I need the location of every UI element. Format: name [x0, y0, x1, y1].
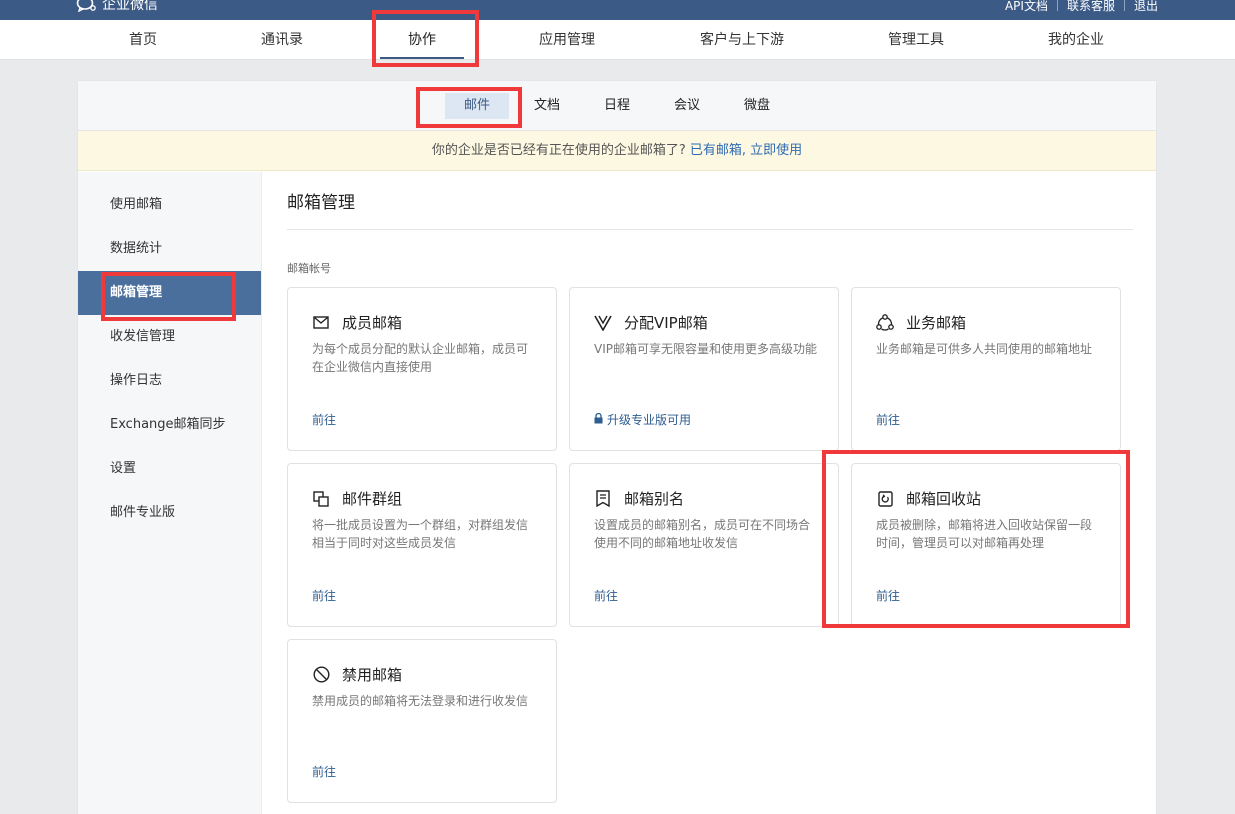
go-link-label: 前往	[312, 589, 337, 603]
go-link[interactable]: 前往	[594, 587, 618, 604]
tab-meeting[interactable]: 会议	[664, 93, 710, 119]
nav-customers-partners[interactable]: 客户与上下游	[686, 20, 798, 60]
divider	[1123, 0, 1125, 11]
tab-drive[interactable]: 微盘	[734, 93, 780, 119]
contact-support-link[interactable]: 联系客服	[1067, 0, 1115, 14]
business-mailbox-icon	[876, 314, 894, 332]
card-title: 业务邮箱	[906, 314, 967, 332]
sidebar-item-statistics[interactable]: 数据统计	[78, 227, 261, 271]
recycle-bin-icon	[876, 490, 894, 508]
card-title: 邮箱别名	[624, 490, 685, 508]
brand-logo[interactable]: 企业微信	[76, 0, 158, 14]
card-desc: 设置成员的邮箱别名，成员可在不同场合使用不同的邮箱地址收发信	[594, 518, 811, 550]
upgrade-link[interactable]: 升级专业版可用	[594, 411, 691, 428]
nav-management-tools[interactable]: 管理工具	[866, 20, 966, 60]
card-business-mailbox[interactable]: 业务邮箱 业务邮箱是可供多人共同使用的邮箱地址 前往	[851, 287, 1121, 451]
brand-name: 企业微信	[102, 0, 158, 13]
sidebar-item-exchange-sync[interactable]: Exchange邮箱同步	[78, 403, 261, 447]
go-link[interactable]: 前往	[312, 411, 336, 428]
notice-bar: 你的企业是否已经有正在使用的企业邮箱了? 已有邮箱, 立即使用	[78, 131, 1156, 171]
sidebar-item-settings[interactable]: 设置	[78, 447, 261, 491]
sidebar-item-operation-log[interactable]: 操作日志	[78, 359, 261, 403]
mail-icon	[312, 314, 330, 332]
go-link[interactable]: 前往	[876, 587, 900, 604]
go-link[interactable]: 前往	[312, 587, 336, 604]
card-member-mailbox[interactable]: 成员邮箱 为每个成员分配的默认企业邮箱，成员可在企业微信内直接使用 前往	[287, 287, 557, 451]
upgrade-link-label: 升级专业版可用	[607, 413, 692, 427]
logout-link[interactable]: 退出	[1134, 0, 1158, 14]
disabled-mailbox-icon	[312, 666, 330, 684]
card-mail-alias[interactable]: 邮箱别名 设置成员的邮箱别名，成员可在不同场合使用不同的邮箱地址收发信 前往	[569, 463, 839, 627]
notice-text: 你的企业是否已经有正在使用的企业邮箱了?	[431, 143, 686, 158]
sidebar-item-pro-edition[interactable]: 邮件专业版	[78, 491, 261, 535]
card-desc: 禁用成员的邮箱将无法登录和进行收发信	[312, 694, 529, 708]
card-recycle-bin[interactable]: 邮箱回收站 成员被删除，邮箱将进入回收站保留一段时间，管理员可以对邮箱再处理 前…	[851, 463, 1121, 627]
card-desc: 成员被删除，邮箱将进入回收站保留一段时间，管理员可以对邮箱再处理	[876, 518, 1093, 550]
mail-alias-icon	[594, 490, 612, 508]
sub-nav: 邮件 文档 日程 会议 微盘	[78, 81, 1156, 131]
card-title: 成员邮箱	[342, 314, 403, 332]
card-vip-mailbox[interactable]: 分配VIP邮箱 VIP邮箱可享无限容量和使用更多高级功能 升级专业版可用	[569, 287, 839, 451]
card-title: 分配VIP邮箱	[624, 314, 708, 332]
api-docs-link[interactable]: API文档	[1005, 0, 1048, 14]
divider	[1056, 0, 1058, 11]
card-desc: VIP邮箱可享无限容量和使用更多高级功能	[594, 342, 817, 356]
section-label: 邮箱帐号	[287, 262, 331, 275]
go-link-label: 前往	[312, 413, 337, 427]
tab-docs[interactable]: 文档	[524, 93, 570, 119]
sidebar-item-send-receive[interactable]: 收发信管理	[78, 315, 261, 359]
vip-icon	[594, 314, 612, 332]
go-link[interactable]: 前往	[312, 763, 336, 780]
nav-app-management[interactable]: 应用管理	[517, 20, 617, 60]
nav-home[interactable]: 首页	[104, 20, 182, 60]
go-link-label: 前往	[594, 589, 619, 603]
divider	[287, 229, 1133, 230]
wechat-work-logo-icon	[76, 0, 98, 13]
card-title: 禁用邮箱	[342, 666, 403, 684]
card-title: 邮件群组	[342, 490, 403, 508]
go-link-label: 前往	[312, 765, 337, 779]
sidebar-item-use-mailbox[interactable]: 使用邮箱	[78, 183, 261, 227]
tab-schedule[interactable]: 日程	[594, 93, 640, 119]
page-title: 邮箱管理	[287, 193, 355, 213]
tab-mail[interactable]: 邮件	[445, 93, 509, 119]
go-link-label: 前往	[876, 589, 901, 603]
sidebar: 使用邮箱 数据统计 邮箱管理 收发信管理 操作日志 Exchange邮箱同步 设…	[78, 172, 262, 814]
go-link[interactable]: 前往	[876, 411, 900, 428]
sidebar-item-mailbox-management[interactable]: 邮箱管理	[78, 271, 261, 315]
card-desc: 将一批成员设置为一个群组，对群组发信相当于同时对这些成员发信	[312, 518, 529, 550]
top-links: API文档 联系客服 退出	[1005, 0, 1158, 14]
mail-group-icon	[312, 490, 330, 508]
card-desc: 为每个成员分配的默认企业邮箱，成员可在企业微信内直接使用	[312, 342, 529, 374]
nav-collaboration[interactable]: 协作	[380, 20, 464, 60]
main-nav: 首页 通讯录 协作 应用管理 客户与上下游 管理工具 我的企业	[0, 20, 1235, 60]
card-disabled-mailbox[interactable]: 禁用邮箱 禁用成员的邮箱将无法登录和进行收发信 前往	[287, 639, 557, 803]
top-bar: 企业微信 API文档 联系客服 退出	[0, 0, 1235, 20]
nav-my-enterprise[interactable]: 我的企业	[1026, 20, 1126, 60]
card-title: 邮箱回收站	[906, 490, 982, 508]
main-panel: 邮件 文档 日程 会议 微盘 你的企业是否已经有正在使用的企业邮箱了? 已有邮箱…	[77, 80, 1157, 814]
card-mail-group[interactable]: 邮件群组 将一批成员设置为一个群组，对群组发信相当于同时对这些成员发信 前往	[287, 463, 557, 627]
card-desc: 业务邮箱是可供多人共同使用的邮箱地址	[876, 342, 1093, 356]
nav-contacts[interactable]: 通讯录	[243, 20, 321, 60]
notice-link[interactable]: 已有邮箱, 立即使用	[690, 143, 802, 158]
go-link-label: 前往	[876, 413, 901, 427]
lock-icon	[594, 412, 603, 427]
